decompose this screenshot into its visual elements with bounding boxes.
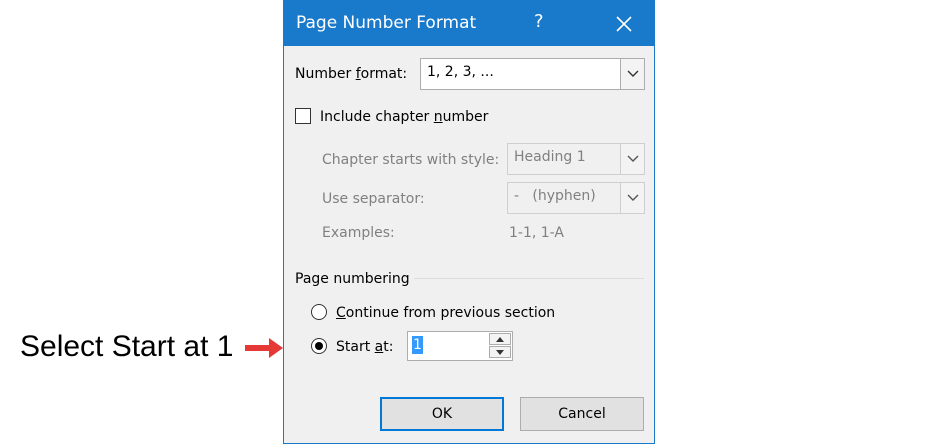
start-at-label: Start at: <box>336 339 394 355</box>
spin-down-icon[interactable] <box>489 346 511 358</box>
examples-label: Examples: <box>322 225 395 241</box>
include-chapter-checkbox[interactable] <box>295 108 311 124</box>
chevron-down-icon <box>620 183 644 213</box>
start-at-input[interactable]: 1 <box>412 336 423 354</box>
title-bar: Page Number Format ? <box>284 1 654 46</box>
cancel-button[interactable]: Cancel <box>520 397 644 431</box>
chevron-down-icon <box>620 144 644 174</box>
number-format-value: 1, 2, 3, ... <box>427 64 494 80</box>
callout-text: Select Start at 1 <box>20 330 234 363</box>
start-at-spinner[interactable]: 1 <box>407 331 513 361</box>
spin-up-icon[interactable] <box>489 333 511 345</box>
separator-select: - (hyphen) <box>507 182 645 214</box>
page-numbering-heading: Page numbering <box>295 271 410 287</box>
number-format-select[interactable]: 1, 2, 3, ... <box>420 58 645 90</box>
continue-radio[interactable] <box>311 304 327 320</box>
page-number-format-dialog: Page Number Format ? Number format: 1, 2… <box>283 0 655 444</box>
include-chapter-label: Include chapter number <box>320 109 489 125</box>
help-button[interactable]: ? <box>534 11 544 32</box>
close-button[interactable] <box>604 7 644 41</box>
number-format-label: Number format: <box>295 66 408 82</box>
section-divider <box>414 278 644 279</box>
continue-label: Continue from previous section <box>336 305 556 321</box>
ok-button[interactable]: OK <box>380 397 504 431</box>
chapter-style-select: Heading 1 <box>507 143 645 175</box>
separator-label: Use separator: <box>322 191 425 207</box>
separator-value: - (hyphen) <box>514 188 596 204</box>
chapter-style-label: Chapter starts with style: <box>322 152 500 168</box>
chevron-down-icon[interactable] <box>620 59 644 89</box>
start-at-radio[interactable] <box>311 338 327 354</box>
dialog-title: Page Number Format <box>296 13 477 33</box>
examples-value: 1-1, 1-A <box>509 225 564 241</box>
chapter-style-value: Heading 1 <box>514 149 586 165</box>
close-icon <box>616 16 632 32</box>
arrow-right-icon <box>245 338 283 358</box>
